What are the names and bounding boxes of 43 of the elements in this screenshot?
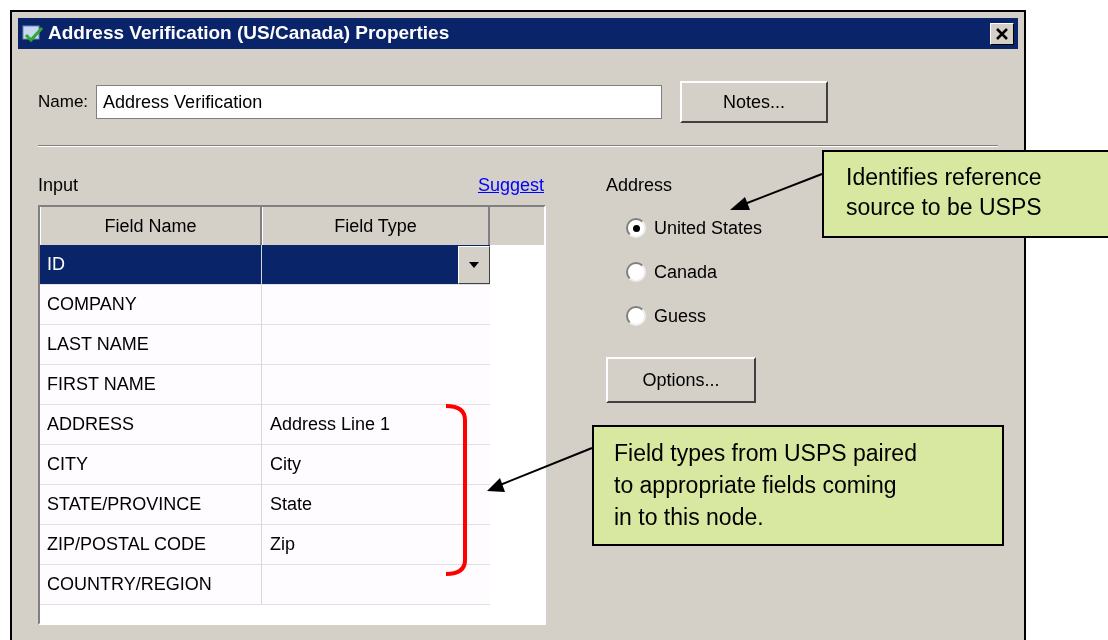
radio-label: Canada (654, 260, 718, 284)
table-row[interactable]: COMPANY (40, 285, 490, 325)
radio-button[interactable] (626, 218, 646, 238)
field-name-cell-text: COMPANY (47, 293, 137, 316)
field-type-cell-text: State (270, 493, 313, 516)
name-input[interactable]: Address Verification (96, 85, 663, 119)
close-button[interactable] (990, 22, 1014, 45)
table-row[interactable]: FIRST NAME (40, 365, 490, 405)
field-name-cell-text: LAST NAME (47, 333, 149, 356)
table-row[interactable]: LAST NAME (40, 325, 490, 365)
close-icon (996, 27, 1008, 40)
table-row[interactable]: ZIP/POSTAL CODE Zip (40, 525, 490, 565)
callout-text: Identifies reference source to be USPS (846, 163, 1043, 222)
field-name-cell-text: ZIP/POSTAL CODE (47, 533, 207, 556)
suggest-link[interactable]: Suggest (477, 172, 544, 199)
dropdown-button[interactable] (458, 245, 490, 284)
field-name-cell-text: FIRST NAME (47, 373, 156, 396)
name-label: Name: (38, 91, 89, 114)
field-name-cell-text: ADDRESS (47, 413, 135, 436)
table-row[interactable]: ID (40, 245, 490, 285)
field-type-cell-text: Zip (270, 533, 295, 556)
input-label: Input (38, 174, 79, 197)
checkmark-document-icon (22, 23, 44, 44)
table-row[interactable]: STATE/PROVINCE State (40, 485, 490, 525)
field-name-cell-text: STATE/PROVINCE (47, 493, 202, 516)
caret-icon (469, 261, 479, 268)
table-row[interactable]: CITY City (40, 445, 490, 485)
field-type-cell-text: Address Line 1 (270, 413, 391, 436)
radio-button[interactable] (626, 262, 646, 282)
field-name-cell-text: CITY (47, 453, 88, 476)
callout-text: Field types from USPS paired to appropriate fields coming in to this node. (614, 439, 918, 532)
radio-button[interactable] (626, 306, 646, 326)
notes-button[interactable]: Notes... (680, 81, 829, 123)
field-name-cell-text: COUNTRY/REGION (47, 573, 212, 596)
field-name-cell-text: ID (47, 253, 65, 276)
table-row[interactable]: ADDRESS Address Line 1 (40, 405, 490, 445)
options-button[interactable]: Options... (606, 357, 756, 403)
window-title: Address Verification (US/Canada) Properties (48, 21, 451, 46)
field-type-cell-text: City (270, 453, 301, 476)
table-row[interactable]: COUNTRY/REGION (40, 565, 490, 605)
address-label: Address (606, 174, 674, 197)
radio-label: United States (654, 216, 763, 240)
radio-label: Guess (654, 304, 707, 328)
